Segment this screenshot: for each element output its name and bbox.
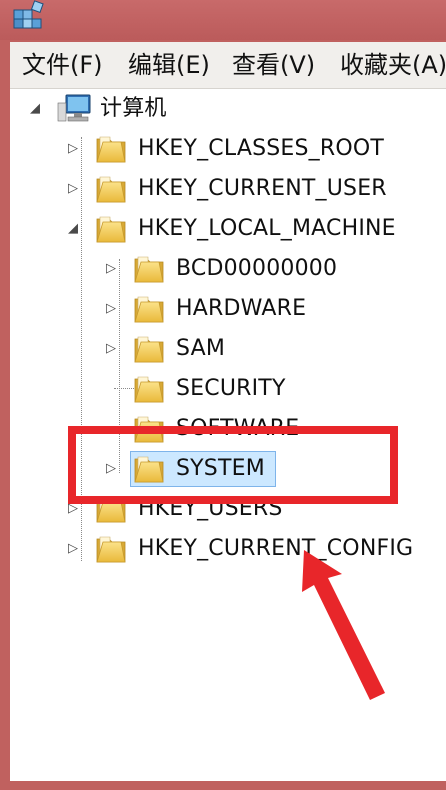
menu-bar: 文件(F) 编辑(E) 查看(V) 收藏夹(A) xyxy=(10,42,446,89)
registry-editor-icon[interactable] xyxy=(12,0,48,30)
title-bar xyxy=(0,0,446,40)
window-frame-bottom xyxy=(0,781,446,790)
menu-edit[interactable]: 编辑(E) xyxy=(128,42,210,88)
menu-file[interactable]: 文件(F) xyxy=(22,42,103,88)
menu-favorites[interactable]: 收藏夹(A) xyxy=(340,42,446,88)
registry-tree[interactable]: ◢ 计算机 ▷ HKEY_CLASSES_ROOT ▷ HKEY_CURRENT… xyxy=(10,89,446,781)
menu-view[interactable]: 查看(V) xyxy=(232,42,315,88)
annotation-arrow-icon xyxy=(302,550,385,700)
